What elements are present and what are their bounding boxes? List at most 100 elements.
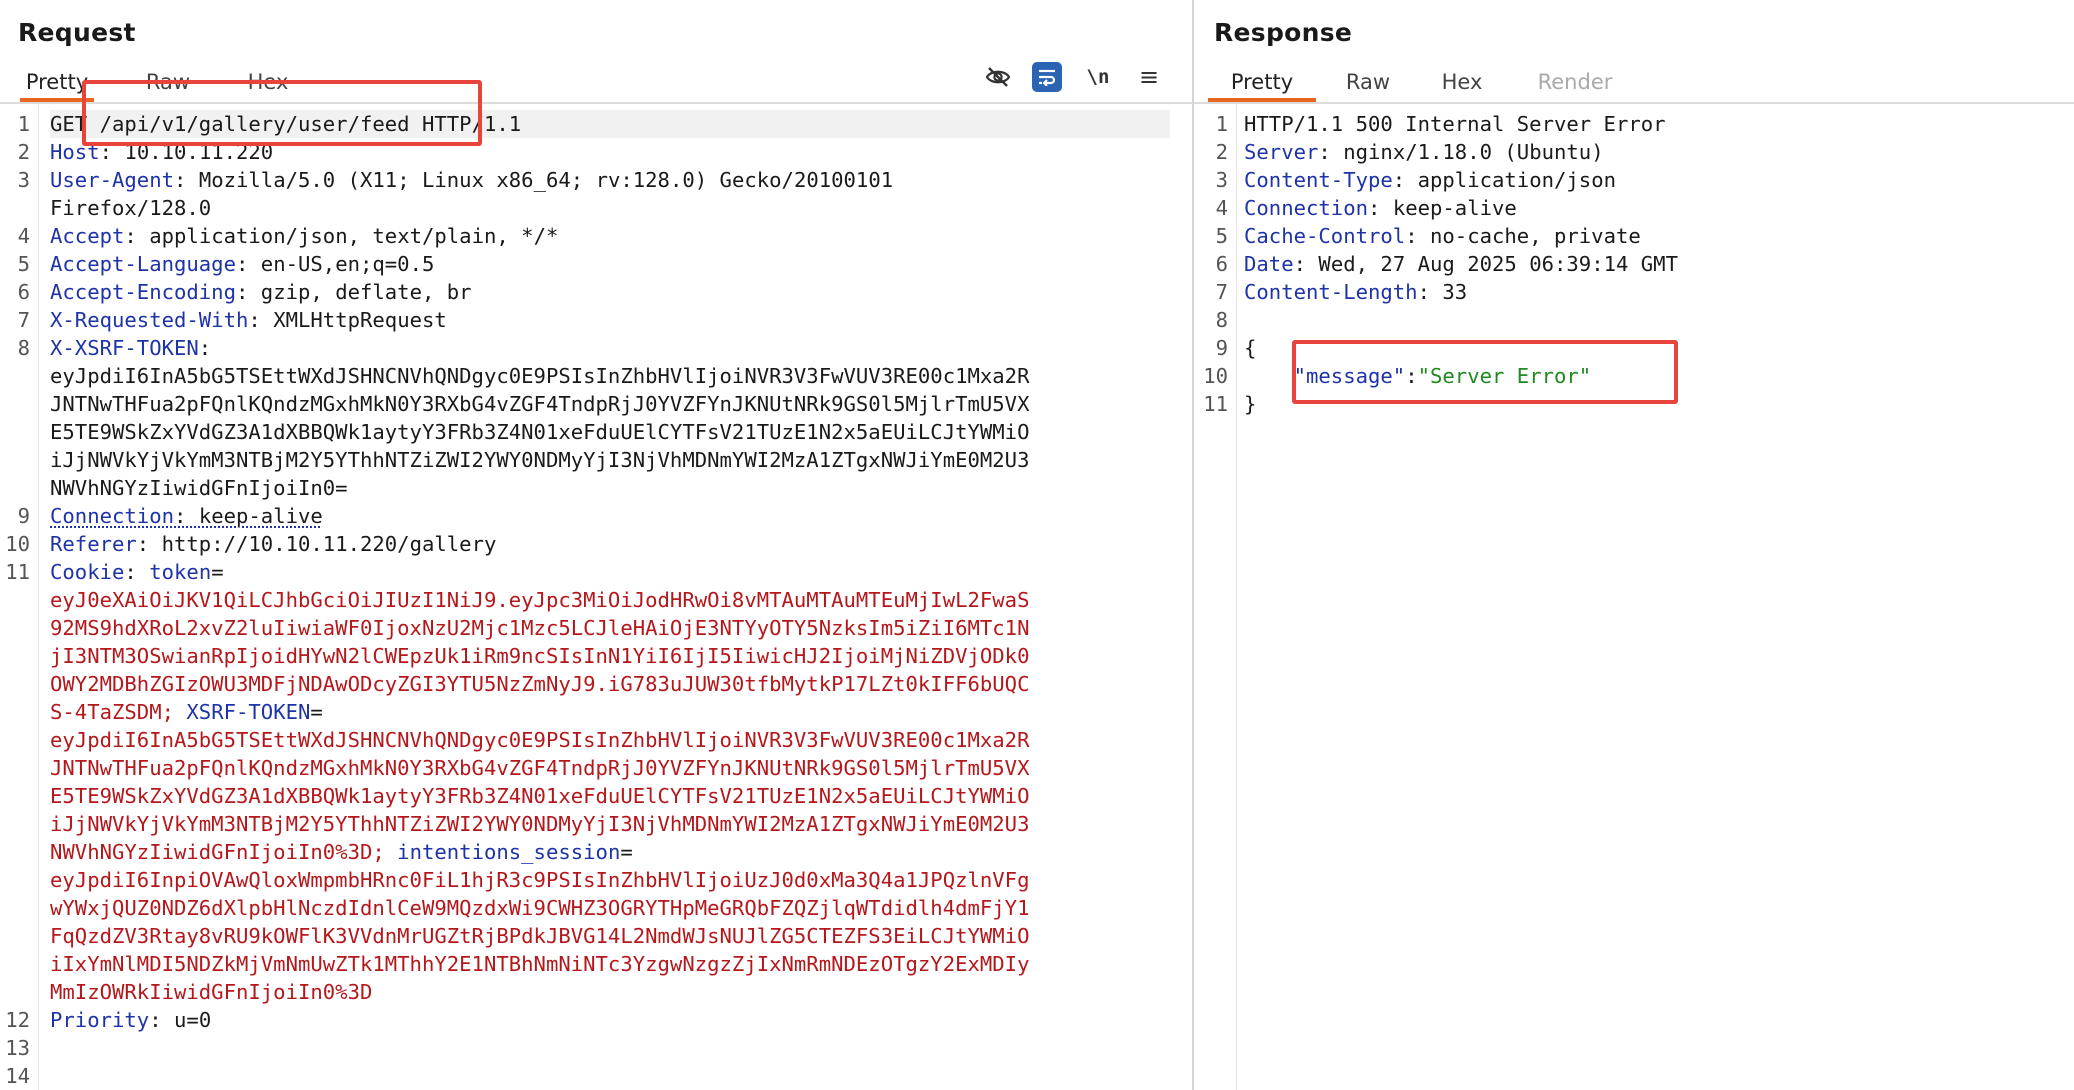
header-value: Wed, 27 Aug 2025 06:39:14 GMT (1318, 252, 1678, 276)
line-number: 7 (1215, 280, 1228, 304)
header-name: Referer (50, 532, 137, 556)
response-tabs: Pretty Raw Hex Render (1194, 62, 2074, 104)
request-version: HTTP/1.1 (421, 112, 522, 136)
cookie-value: wYWxjQUZ0NDZ6dXlpbHlNczdIdnlCeW9MQzdxWi9… (50, 896, 1030, 920)
line-number: 10 (1203, 364, 1228, 388)
line-number: 9 (17, 504, 30, 528)
json-value: "Server Error" (1417, 364, 1592, 388)
header-name: Priority (50, 1008, 150, 1032)
request-tab-hex[interactable]: Hex (240, 64, 296, 100)
response-tab-render[interactable]: Render (1530, 64, 1620, 100)
xsrf-token-value: NWVhNGYzIiwidGFnIjoiIn0= (50, 476, 348, 500)
newline-icon[interactable]: \n (1083, 62, 1113, 92)
header-name: Connection (50, 504, 174, 528)
request-tab-raw[interactable]: Raw (138, 64, 198, 100)
cookie-value: iIxYmNlMDI5NDZkMjVmNmUwZTk1MThhY2E1NTBhN… (50, 952, 1030, 976)
line-number: 2 (17, 140, 30, 164)
cookie-value: iJjNWVkYjVkYmM3NTBjM2Y5YThhNTZiZWI2YWY0N… (50, 812, 1030, 836)
json-close-brace: } (1244, 392, 1257, 416)
header-name: Accept (50, 224, 125, 248)
header-name: X-XSRF-TOKEN (50, 336, 199, 360)
header-name: Server (1244, 140, 1319, 164)
request-method: GET (50, 112, 88, 136)
header-name: User-Agent (50, 168, 174, 192)
request-title: Request (18, 18, 136, 47)
xsrf-token-value: E5TE9WSkZxYVdGZ3A1dXBBQWk1aytyY3FRb3Z4N0… (50, 420, 1030, 444)
header-value: nginx/1.18.0 (Ubuntu) (1343, 140, 1604, 164)
response-tab-pretty[interactable]: Pretty (1208, 64, 1316, 102)
cookie-value: OWY2MDBhZGIzOWU3MDFjNDAwODcyZGI3YTU5NzZm… (50, 672, 1030, 696)
header-value: application/json (1417, 168, 1616, 192)
header-value: application/json, text/plain, */* (149, 224, 559, 248)
header-value: keep-alive (198, 504, 323, 528)
header-name: Content-Type (1244, 168, 1393, 192)
cookie-value: jI3NTM3OSwianRpIjoidHYwN2lCWEpzUk1iRm9nc… (50, 644, 1030, 668)
header-value-cont: Firefox/128.0 (50, 196, 212, 220)
cookie-name: intentions_session (397, 840, 621, 864)
cookie-value: FqQzdZV3Rtay8vRU9kOWFlK3VVdnMrUGZtRjBPdk… (50, 924, 1030, 948)
wrap-lines-icon[interactable] (1032, 62, 1062, 92)
cookie-value: eyJ0eXAiOiJKV1QiLCJhbGciOiJIUzI1NiJ9.eyJ… (50, 588, 1030, 612)
json-open-brace: { (1244, 336, 1257, 360)
xsrf-token-value: iJjNWVkYjVkYmM3NTBjM2Y5YThhNTZiZWI2YWY0N… (50, 448, 1030, 472)
request-line-1: 1 GET /api/v1/gallery/user/feed HTTP/1.1 (0, 110, 1170, 138)
header-name: Accept-Encoding (50, 280, 236, 304)
menu-icon[interactable]: ≡ (1134, 62, 1164, 92)
header-value: 10.10.11.220 (124, 140, 274, 164)
json-separator: : (1405, 364, 1418, 388)
header-name: Content-Length (1244, 280, 1418, 304)
cookie-value: JNTNwTHFua2pFQnlKQndzMGxhMkN0Y3RXbG4vZGF… (50, 756, 1030, 780)
line-number: 9 (1215, 336, 1228, 360)
cookie-name: XSRF-TOKEN (186, 700, 311, 724)
line-number: 11 (1203, 392, 1228, 416)
line-number: 7 (17, 308, 30, 332)
header-name: Cache-Control (1244, 224, 1406, 248)
header-name: Accept-Language (50, 252, 236, 276)
response-tab-hex[interactable]: Hex (1434, 64, 1490, 100)
line-number: 1 (17, 112, 30, 136)
request-tabs: Pretty Raw Hex (0, 62, 1192, 104)
header-value: no-cache, private (1430, 224, 1641, 248)
line-number: 1 (1215, 112, 1228, 136)
line-number: 8 (17, 336, 30, 360)
header-name: X-Requested-With (50, 308, 249, 332)
cookie-value: MmIzOWRkIiwidGFnIjoiIn0%3D (50, 980, 373, 1004)
header-value: http://10.10.11.220/gallery (161, 532, 497, 556)
line-number: 4 (17, 224, 30, 248)
request-tab-pretty[interactable]: Pretty (20, 64, 94, 102)
header-value: keep-alive (1392, 196, 1517, 220)
line-number: 6 (17, 280, 30, 304)
cookie-value: NWVhNGYzIiwidGFnIjoiIn0%3D; (50, 840, 385, 864)
line-number: 14 (5, 1064, 30, 1088)
cookie-value: 92MS9hdXRoL2xvZ2luIiwiaWF0IjoxNzU2Mjc1Mz… (50, 616, 1030, 640)
header-value: 33 (1442, 280, 1468, 304)
line-number: 4 (1215, 196, 1228, 220)
line-number: 5 (1215, 224, 1228, 248)
json-key: "message" (1293, 364, 1406, 388)
line-number: 5 (17, 252, 30, 276)
cookie-name: token (149, 560, 212, 584)
request-editor[interactable]: 1 GET /api/v1/gallery/user/feed HTTP/1.1… (0, 104, 1192, 1090)
header-value: gzip, deflate, br (260, 280, 472, 304)
header-name: Cookie (50, 560, 125, 584)
cookie-value: eyJpdiI6InpiOVAwQloxWmpmbHRnc0FiL1hjR3c9… (50, 868, 1030, 892)
header-value: en-US,en;q=0.5 (260, 252, 435, 276)
header-name: Date (1244, 252, 1294, 276)
header-name: Connection (1244, 196, 1368, 220)
line-number: 2 (1215, 140, 1228, 164)
cookie-value: S-4TaZSDM; (50, 700, 174, 724)
response-editor[interactable]: 1 HTTP/1.1 500 Internal Server Error 2 S… (1194, 104, 2074, 1090)
response-title: Response (1214, 18, 1353, 47)
response-tab-raw[interactable]: Raw (1338, 64, 1398, 100)
request-pane: Request Pretty Raw Hex \n ≡ 1 GET /api/v… (0, 0, 1192, 1090)
line-number: 6 (1215, 252, 1228, 276)
response-pane: Response Pretty Raw Hex Render 1 HTTP/1.… (1194, 0, 2074, 1090)
cookie-value: E5TE9WSkZxYVdGZ3A1dXBBQWk1aytyY3FRb3Z4N0… (50, 784, 1030, 808)
line-number: 12 (5, 1008, 30, 1032)
line-number: 3 (1215, 168, 1228, 192)
line-number: 13 (5, 1036, 30, 1060)
cookie-value: eyJpdiI6InA5bG5TSEttWXdJSHNCNVhQNDgyc0E9… (50, 728, 1030, 752)
line-number: 8 (1215, 308, 1228, 332)
header-value: Mozilla/5.0 (X11; Linux x86_64; rv:128.0… (198, 168, 894, 192)
hide-nonprinting-icon[interactable] (983, 62, 1013, 92)
